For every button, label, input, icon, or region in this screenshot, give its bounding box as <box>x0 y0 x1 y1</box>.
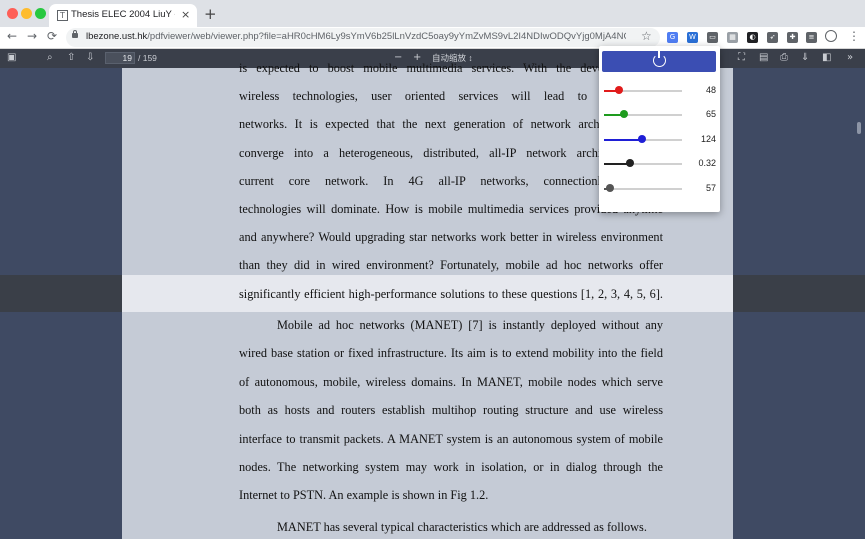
bookmark-icon[interactable]: ◧ <box>822 52 831 63</box>
open-file-icon[interactable]: ▤ <box>759 52 768 63</box>
text-line: Internet to PSTN. An example is shown in… <box>239 488 489 502</box>
brightness-value: 57 <box>705 183 716 193</box>
slider-knob[interactable] <box>620 110 629 118</box>
translate-icon[interactable]: G <box>667 32 678 43</box>
close-tab-icon[interactable]: × <box>181 8 190 21</box>
back-button[interactable]: ← <box>7 29 17 43</box>
slider-knob[interactable] <box>625 159 634 167</box>
tools-icon[interactable]: » <box>847 52 853 63</box>
download-icon[interactable]: ⇓ <box>801 52 809 63</box>
red-value: 48 <box>705 85 716 95</box>
bookmark-star-icon[interactable]: ☆ <box>641 29 652 43</box>
text-line: of autonomous, mobile, wireless domains.… <box>239 375 663 389</box>
text-line: wired base station or fixed infrastructu… <box>239 346 663 360</box>
text-line: than they did in wired environment? Fort… <box>239 258 663 272</box>
text-line: Mobile ad hoc networks (MANET) [7] is in… <box>277 318 663 332</box>
blue-slider[interactable] <box>604 135 682 145</box>
new-tab-button[interactable]: + <box>204 5 217 23</box>
next-page-icon[interactable]: ⇩ <box>86 52 94 63</box>
text-line: and anywhere? Would upgrading star netwo… <box>239 230 663 244</box>
page-number-input[interactable]: 19 <box>105 52 135 64</box>
rocket-ext-icon[interactable]: ➶ <box>767 32 778 43</box>
profile-avatar-icon[interactable] <box>825 30 837 42</box>
maximize-window-button[interactable] <box>35 8 46 19</box>
text-line: nodes. The networking system may work in… <box>239 460 663 474</box>
slider-knob[interactable] <box>606 184 615 192</box>
dark-ext-icon[interactable]: ◐ <box>747 32 758 43</box>
word-ext-icon[interactable]: W <box>687 32 698 43</box>
minimize-window-button[interactable] <box>21 8 32 19</box>
green-value: 65 <box>705 109 716 119</box>
brightness-slider[interactable] <box>604 184 682 194</box>
pdf-viewer[interactable]: is expected to boost mobile multimedia s… <box>0 61 865 539</box>
browser-toolbar: ← → ⟳ lbezone.ust.hk/pdfviewer/web/viewe… <box>0 27 865 49</box>
color-filter-popup: 48 65 124 0.32 57 <box>599 46 720 212</box>
page-total: / 159 <box>138 53 157 63</box>
text-line: significantly efficient high-performance… <box>239 287 663 301</box>
power-toggle-button[interactable] <box>602 51 716 72</box>
power-icon <box>653 51 666 67</box>
green-slider[interactable] <box>604 110 682 120</box>
find-icon[interactable]: ⌕ <box>47 52 53 63</box>
scrollbar-thumb[interactable] <box>857 122 861 134</box>
lock-icon <box>72 30 78 38</box>
close-window-button[interactable] <box>7 8 18 19</box>
reader-ext-icon[interactable]: ▦ <box>727 32 738 43</box>
text-line: MANET has several typical characteristic… <box>277 520 647 534</box>
slider-knob[interactable] <box>638 135 647 143</box>
blue-value: 124 <box>700 134 716 144</box>
red-slider[interactable] <box>604 86 682 96</box>
reading-list-icon[interactable]: ≡ <box>806 32 817 43</box>
text-line: both as hosts and routers establish mult… <box>239 403 663 417</box>
slider-fill <box>604 139 643 141</box>
contrast-value: 0.32 <box>698 158 716 168</box>
puzzle-icon[interactable]: ✚ <box>787 32 798 43</box>
browser-menu-icon[interactable]: ⋮ <box>848 29 860 43</box>
page-favicon-icon: T <box>57 10 68 21</box>
print-icon[interactable]: ⎙ <box>780 52 788 63</box>
text-line: interface to transmit packets. A MANET s… <box>239 432 663 446</box>
url-text[interactable]: lbezone.ust.hk/pdfviewer/web/viewer.php?… <box>86 31 626 42</box>
slider-track <box>604 188 682 190</box>
tab-strip: T Thesis ELEC 2004 LiuY - b842 × + <box>0 0 865 27</box>
presentation-mode-icon[interactable]: ⛶ <box>738 52 745 63</box>
url-host: lbezone.ust.hk <box>86 31 148 42</box>
reload-button[interactable]: ⟳ <box>47 29 57 43</box>
contrast-slider[interactable] <box>604 159 682 169</box>
reading-ruler-left <box>0 275 122 312</box>
url-path: /pdfviewer/web/viewer.php?file=aHR0cHM6L… <box>147 31 626 42</box>
monitor-ext-icon[interactable]: ▭ <box>707 32 718 43</box>
address-bar[interactable]: lbezone.ust.hk/pdfviewer/web/viewer.php?… <box>66 28 660 47</box>
browser-tab[interactable]: T Thesis ELEC 2004 LiuY - b842 × <box>49 4 197 27</box>
slider-knob[interactable] <box>614 86 623 94</box>
forward-button[interactable]: → <box>27 29 37 43</box>
tab-title: Thesis ELEC 2004 LiuY - b842 <box>71 9 175 20</box>
reading-ruler-right <box>733 275 865 312</box>
sidebar-toggle-icon[interactable]: ▣ <box>7 52 16 63</box>
previous-page-icon[interactable]: ⇧ <box>67 52 75 63</box>
